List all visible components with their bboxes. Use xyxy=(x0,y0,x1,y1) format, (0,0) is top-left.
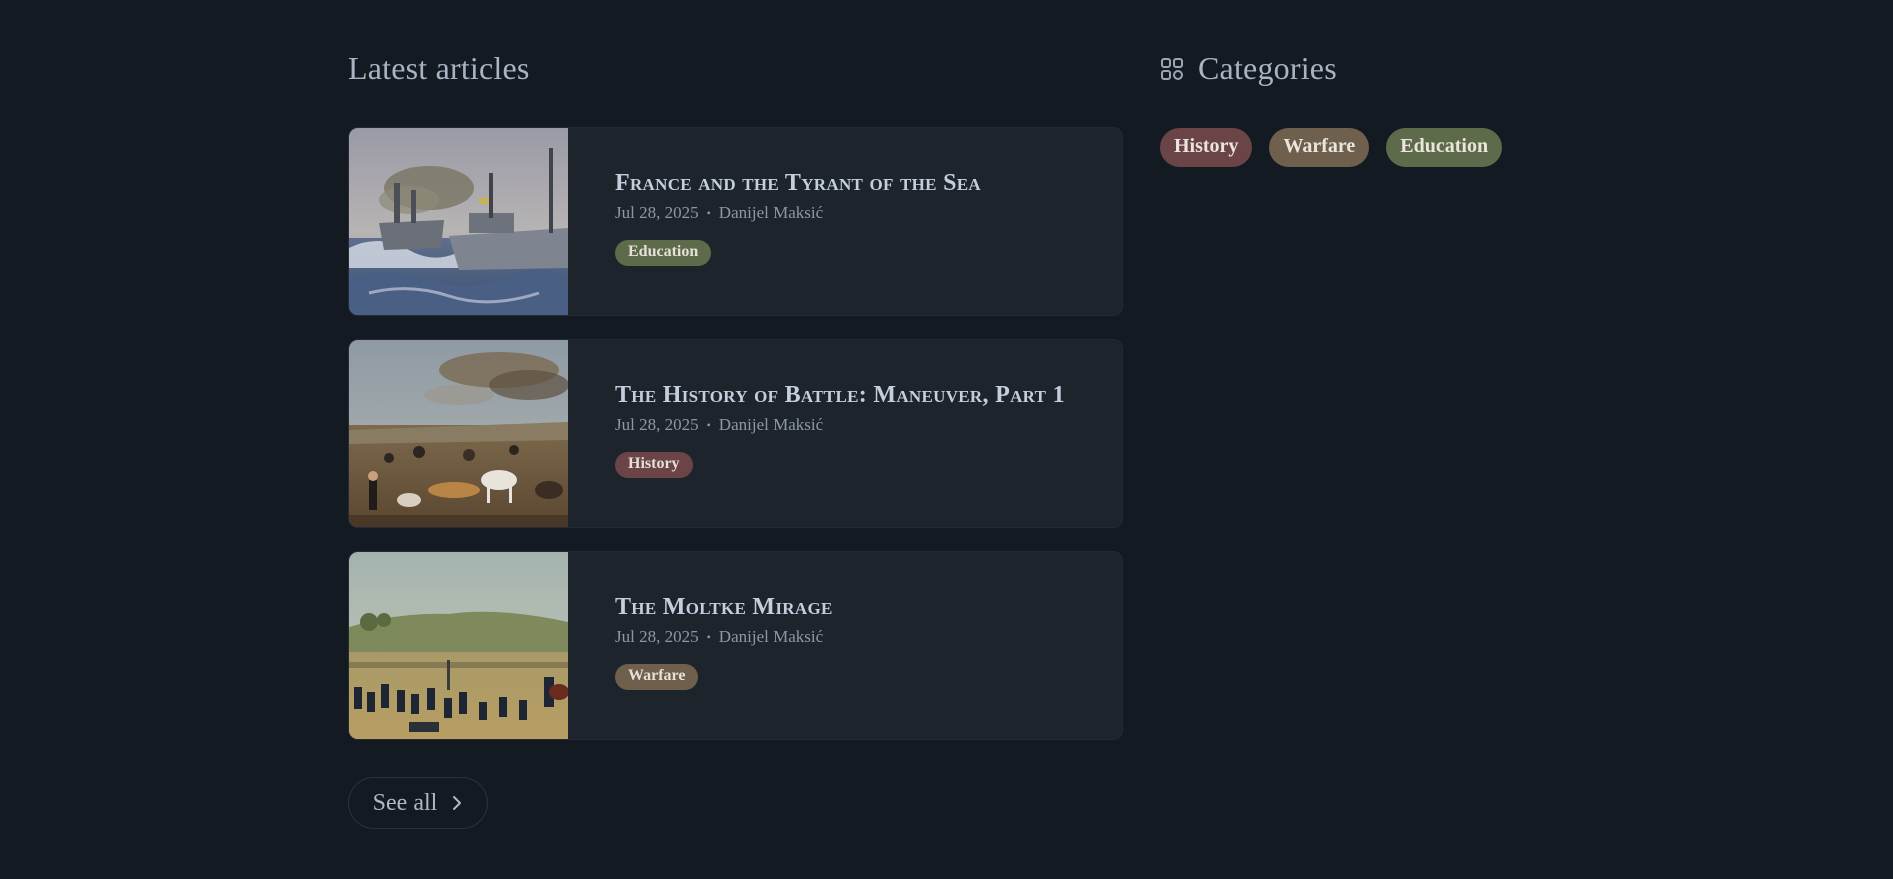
article-card[interactable]: The History of Battle: Maneuver, Part 1 … xyxy=(348,339,1123,528)
meta-separator-dot: • xyxy=(706,629,711,644)
article-title[interactable]: France and the Tyrant of the Sea xyxy=(615,170,1102,197)
grid-icon xyxy=(1160,57,1184,81)
article-tag[interactable]: History xyxy=(615,452,693,478)
article-meta: Jul 28, 2025 • Danijel Maksić xyxy=(615,203,1102,223)
chevron-right-icon xyxy=(453,796,462,810)
article-card[interactable]: France and the Tyrant of the Sea Jul 28,… xyxy=(348,127,1123,316)
article-body: The History of Battle: Maneuver, Part 1 … xyxy=(615,382,1102,478)
article-body: The Moltke Mirage Jul 28, 2025 • Danijel… xyxy=(615,594,1102,690)
category-list: History Warfare Education xyxy=(1160,128,1503,167)
category-chip-history[interactable]: History xyxy=(1160,128,1253,167)
article-date: Jul 28, 2025 xyxy=(615,415,699,434)
categories-heading: Categories xyxy=(1198,50,1337,86)
page-content: Latest articles France and the Tyrant of… xyxy=(348,0,1503,879)
article-meta: Jul 28, 2025 • Danijel Maksić xyxy=(615,415,1102,435)
article-date: Jul 28, 2025 xyxy=(615,203,699,222)
article-title[interactable]: The Moltke Mirage xyxy=(615,594,1102,621)
naval-battle-painting xyxy=(349,128,568,315)
article-list: France and the Tyrant of the Sea Jul 28,… xyxy=(348,127,1123,763)
category-chip-education[interactable]: Education xyxy=(1386,128,1503,167)
article-thumbnail[interactable] xyxy=(349,340,568,527)
meta-separator-dot: • xyxy=(706,205,711,220)
article-body: France and the Tyrant of the Sea Jul 28,… xyxy=(615,170,1102,266)
article-title[interactable]: The History of Battle: Maneuver, Part 1 xyxy=(615,382,1102,409)
infantry-battle-painting xyxy=(349,552,568,739)
see-all-label: See all xyxy=(372,789,438,816)
article-meta: Jul 28, 2025 • Danijel Maksić xyxy=(615,627,1102,647)
latest-articles-heading: Latest articles xyxy=(348,50,530,86)
article-author[interactable]: Danijel Maksić xyxy=(719,415,823,435)
article-author[interactable]: Danijel Maksić xyxy=(719,203,823,223)
cavalry-battle-painting xyxy=(349,340,568,527)
article-tag[interactable]: Education xyxy=(615,240,712,266)
see-all-button[interactable]: See all xyxy=(348,777,488,829)
meta-separator-dot: • xyxy=(706,417,711,432)
category-chip-warfare[interactable]: Warfare xyxy=(1269,128,1370,167)
article-thumbnail[interactable] xyxy=(349,128,568,315)
categories-header: Categories xyxy=(1160,50,1337,87)
article-thumbnail[interactable] xyxy=(349,552,568,739)
article-author[interactable]: Danijel Maksić xyxy=(719,627,823,647)
article-tag[interactable]: Warfare xyxy=(615,664,699,690)
article-date: Jul 28, 2025 xyxy=(615,627,699,646)
article-card[interactable]: The Moltke Mirage Jul 28, 2025 • Danijel… xyxy=(348,551,1123,740)
